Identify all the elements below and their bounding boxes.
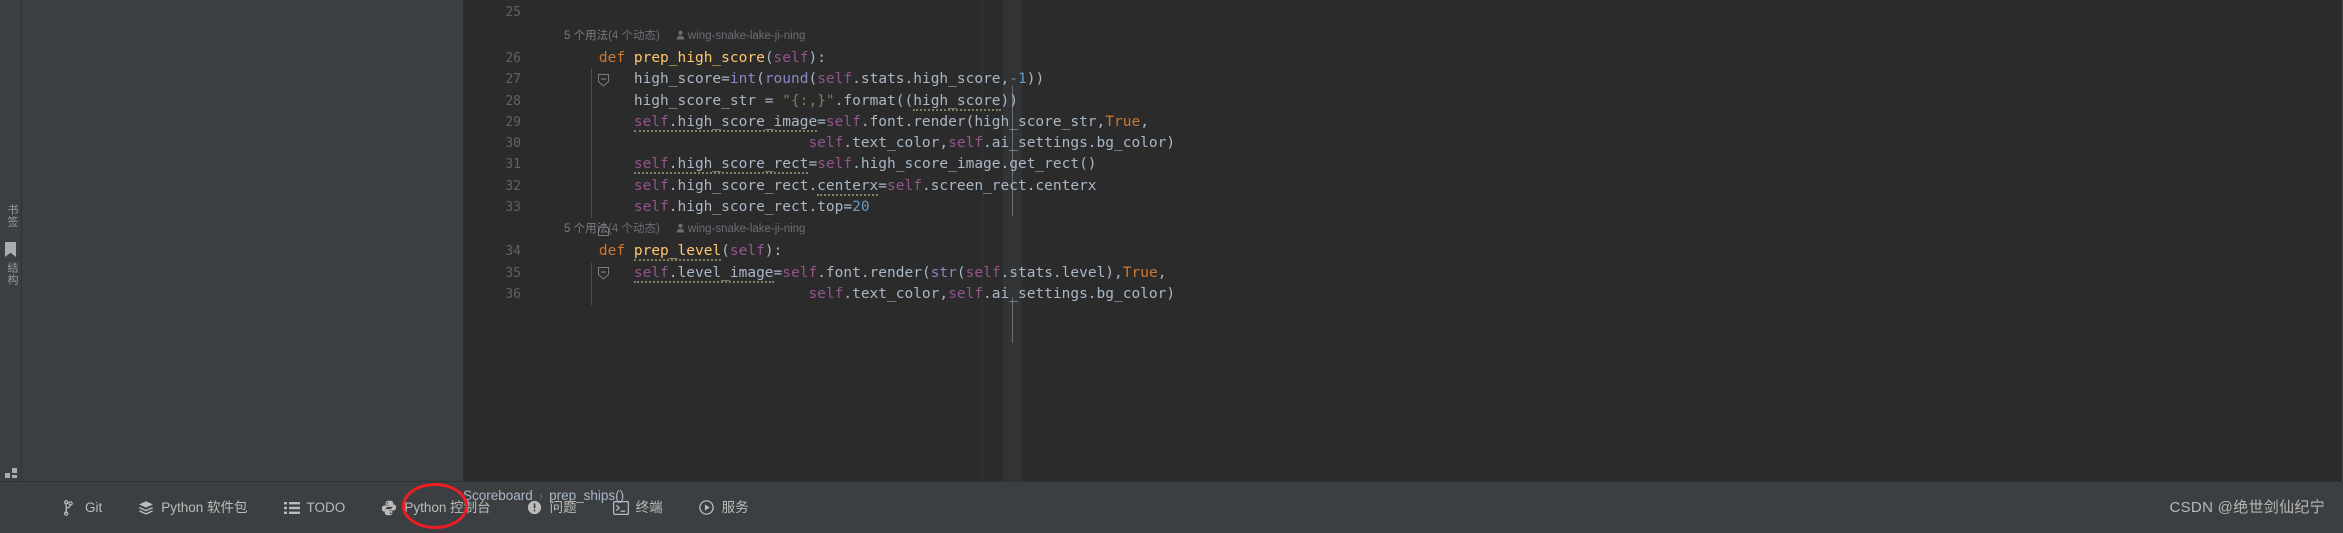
code-rows: 25 5 个用法(4 个动态) wing-snake-lake-ji-ning 2… xyxy=(463,0,2343,306)
code-text: self.high_score_image=self.font.render(h… xyxy=(633,113,1149,132)
line-number: 27 xyxy=(505,72,521,88)
line-number: 32 xyxy=(505,178,521,194)
code-text: self.text_color,self.ai_settings.bg_colo… xyxy=(808,285,1176,302)
code-line[interactable]: 31 self.high_score_rect=self.high_score_… xyxy=(463,154,2343,176)
fold-marker-collapse[interactable] xyxy=(545,48,610,87)
sidebar-tab-structure[interactable]: 结构 xyxy=(2,262,20,286)
code-line[interactable]: 35 self.level_image=self.font.render(str… xyxy=(463,262,2343,284)
code-line[interactable]: 30 self.text_color,self.ai_settings.bg_c… xyxy=(463,133,2343,155)
code-editor[interactable]: 25 5 个用法(4 个动态) wing-snake-lake-ji-ning 2… xyxy=(463,0,2343,481)
breadcrumb-item-method[interactable]: prep_ships() xyxy=(549,488,624,503)
left-tool-strip: 书签 结构 xyxy=(0,0,22,481)
breadcrumb: Scoreboard › prep_ships() xyxy=(463,481,624,510)
tool-button-label: 终端 xyxy=(635,499,663,515)
editor-area: 25 5 个用法(4 个动态) wing-snake-lake-ji-ning 2… xyxy=(22,0,2343,481)
code-line[interactable]: 29 self.high_score_image=self.font.rende… xyxy=(463,111,2343,134)
code-text: high_score=int(round(self.stats.high_sco… xyxy=(564,71,1045,88)
line-number: 25 xyxy=(505,5,521,20)
python-icon xyxy=(381,500,397,516)
code-text: self.level_image=self.font.render(str(se… xyxy=(633,264,1167,283)
pycharm-window: 书签 结构 25 5 个用法(4 个动态) wing-snake-lake-ji… xyxy=(0,0,2343,533)
lens-usage-count[interactable]: 5 个用法 xyxy=(564,223,608,235)
line-number: 26 xyxy=(505,51,521,66)
structure-icon[interactable] xyxy=(5,468,17,478)
todo-list-icon xyxy=(283,500,300,516)
git-branch-icon xyxy=(62,499,78,516)
lens-author-name[interactable]: wing-snake-lake-ji-ning xyxy=(688,30,806,42)
code-text: def prep_level(self): xyxy=(598,243,783,262)
watermark: CSDN @绝世剑仙纪宁 xyxy=(2169,499,2325,516)
fold-marker-collapse[interactable] xyxy=(545,241,610,280)
line-number: 34 xyxy=(505,244,521,260)
lens-usage-count[interactable]: 5 个用法 xyxy=(564,30,608,42)
chevron-right-icon: › xyxy=(538,488,544,503)
code-text: self.text_color,self.ai_settings.bg_colo… xyxy=(808,135,1176,152)
code-line[interactable]: 36 self.text_color,self.ai_settings.bg_c… xyxy=(463,283,2343,306)
tool-button-todo[interactable]: TODO xyxy=(266,496,364,520)
line-number: 29 xyxy=(505,114,521,130)
code-text: self.high_score_rect.top=20 xyxy=(633,199,870,216)
tool-button-label: TODO xyxy=(306,499,346,515)
code-line[interactable]: 34 def prep_level(self): xyxy=(463,241,2343,280)
tool-button-git[interactable]: Git xyxy=(44,496,120,520)
code-lens-usages[interactable]: 5 个用法(4 个动态) wing-snake-lake-ji-ning xyxy=(463,218,2343,241)
code-line[interactable]: 27 high_score=int(round(self.stats.high_… xyxy=(463,69,2343,91)
lens-dynamic-count[interactable]: (4 个动态) xyxy=(608,30,660,42)
code-line[interactable]: 32 self.high_score_rect.centerx=self.scr… xyxy=(463,175,2343,198)
collapsed-project-pane xyxy=(44,0,463,481)
line-number: 28 xyxy=(505,93,521,109)
packages-icon xyxy=(138,500,154,516)
line-number: 30 xyxy=(505,136,521,152)
lens-author-name[interactable]: wing-snake-lake-ji-ning xyxy=(688,223,806,235)
tool-button-services[interactable]: 服务 xyxy=(681,496,767,520)
services-icon xyxy=(699,500,715,516)
fold-marker-end[interactable] xyxy=(545,197,610,236)
code-text: high_score_str = "{:,}".format((high_sco… xyxy=(564,92,1019,111)
lens-author: wing-snake-lake-ji-ning xyxy=(676,223,806,235)
code-text: def prep_high_score(self): xyxy=(598,50,826,66)
tool-button-label: Python 软件包 xyxy=(161,499,248,515)
person-icon xyxy=(676,30,685,40)
tool-button-label: 服务 xyxy=(721,499,749,515)
code-lens-usages[interactable]: 5 个用法(4 个动态) wing-snake-lake-ji-ning xyxy=(463,25,2343,48)
line-number: 35 xyxy=(505,265,521,281)
code-text: self.high_score_rect.centerx=self.screen… xyxy=(633,177,1097,196)
code-text: self.high_score_rect=self.high_score_ima… xyxy=(633,156,1097,175)
tool-window-buttons: Git Python 软件包 TODO Python 控制台 问题 终端 服务 xyxy=(44,496,767,520)
lens-dynamic-count[interactable]: (4 个动态) xyxy=(608,223,660,235)
code-line[interactable]: 33 self.high_score_rect.top=20 xyxy=(463,197,2343,236)
lens-author: wing-snake-lake-ji-ning xyxy=(676,30,806,42)
line-number: 33 xyxy=(505,200,521,216)
bookmark-icon[interactable] xyxy=(5,242,16,257)
line-number: 36 xyxy=(505,286,521,302)
line-number: 31 xyxy=(505,157,521,173)
code-line[interactable]: 26 def prep_high_score(self): xyxy=(463,48,2343,87)
code-line[interactable]: 25 xyxy=(463,0,2343,25)
bottom-tool-window-bar: Git Python 软件包 TODO Python 控制台 问题 终端 服务 xyxy=(0,481,2343,533)
tool-button-python-packages[interactable]: Python 软件包 xyxy=(120,496,265,520)
sidebar-tab-bookmarks[interactable]: 书签 xyxy=(2,204,20,228)
person-icon xyxy=(676,223,685,233)
tool-button-label: Git xyxy=(85,499,103,515)
code-line[interactable]: 28 high_score_str = "{:,}".format((high_… xyxy=(463,90,2343,112)
breadcrumb-item-class[interactable]: Scoreboard xyxy=(463,488,533,503)
